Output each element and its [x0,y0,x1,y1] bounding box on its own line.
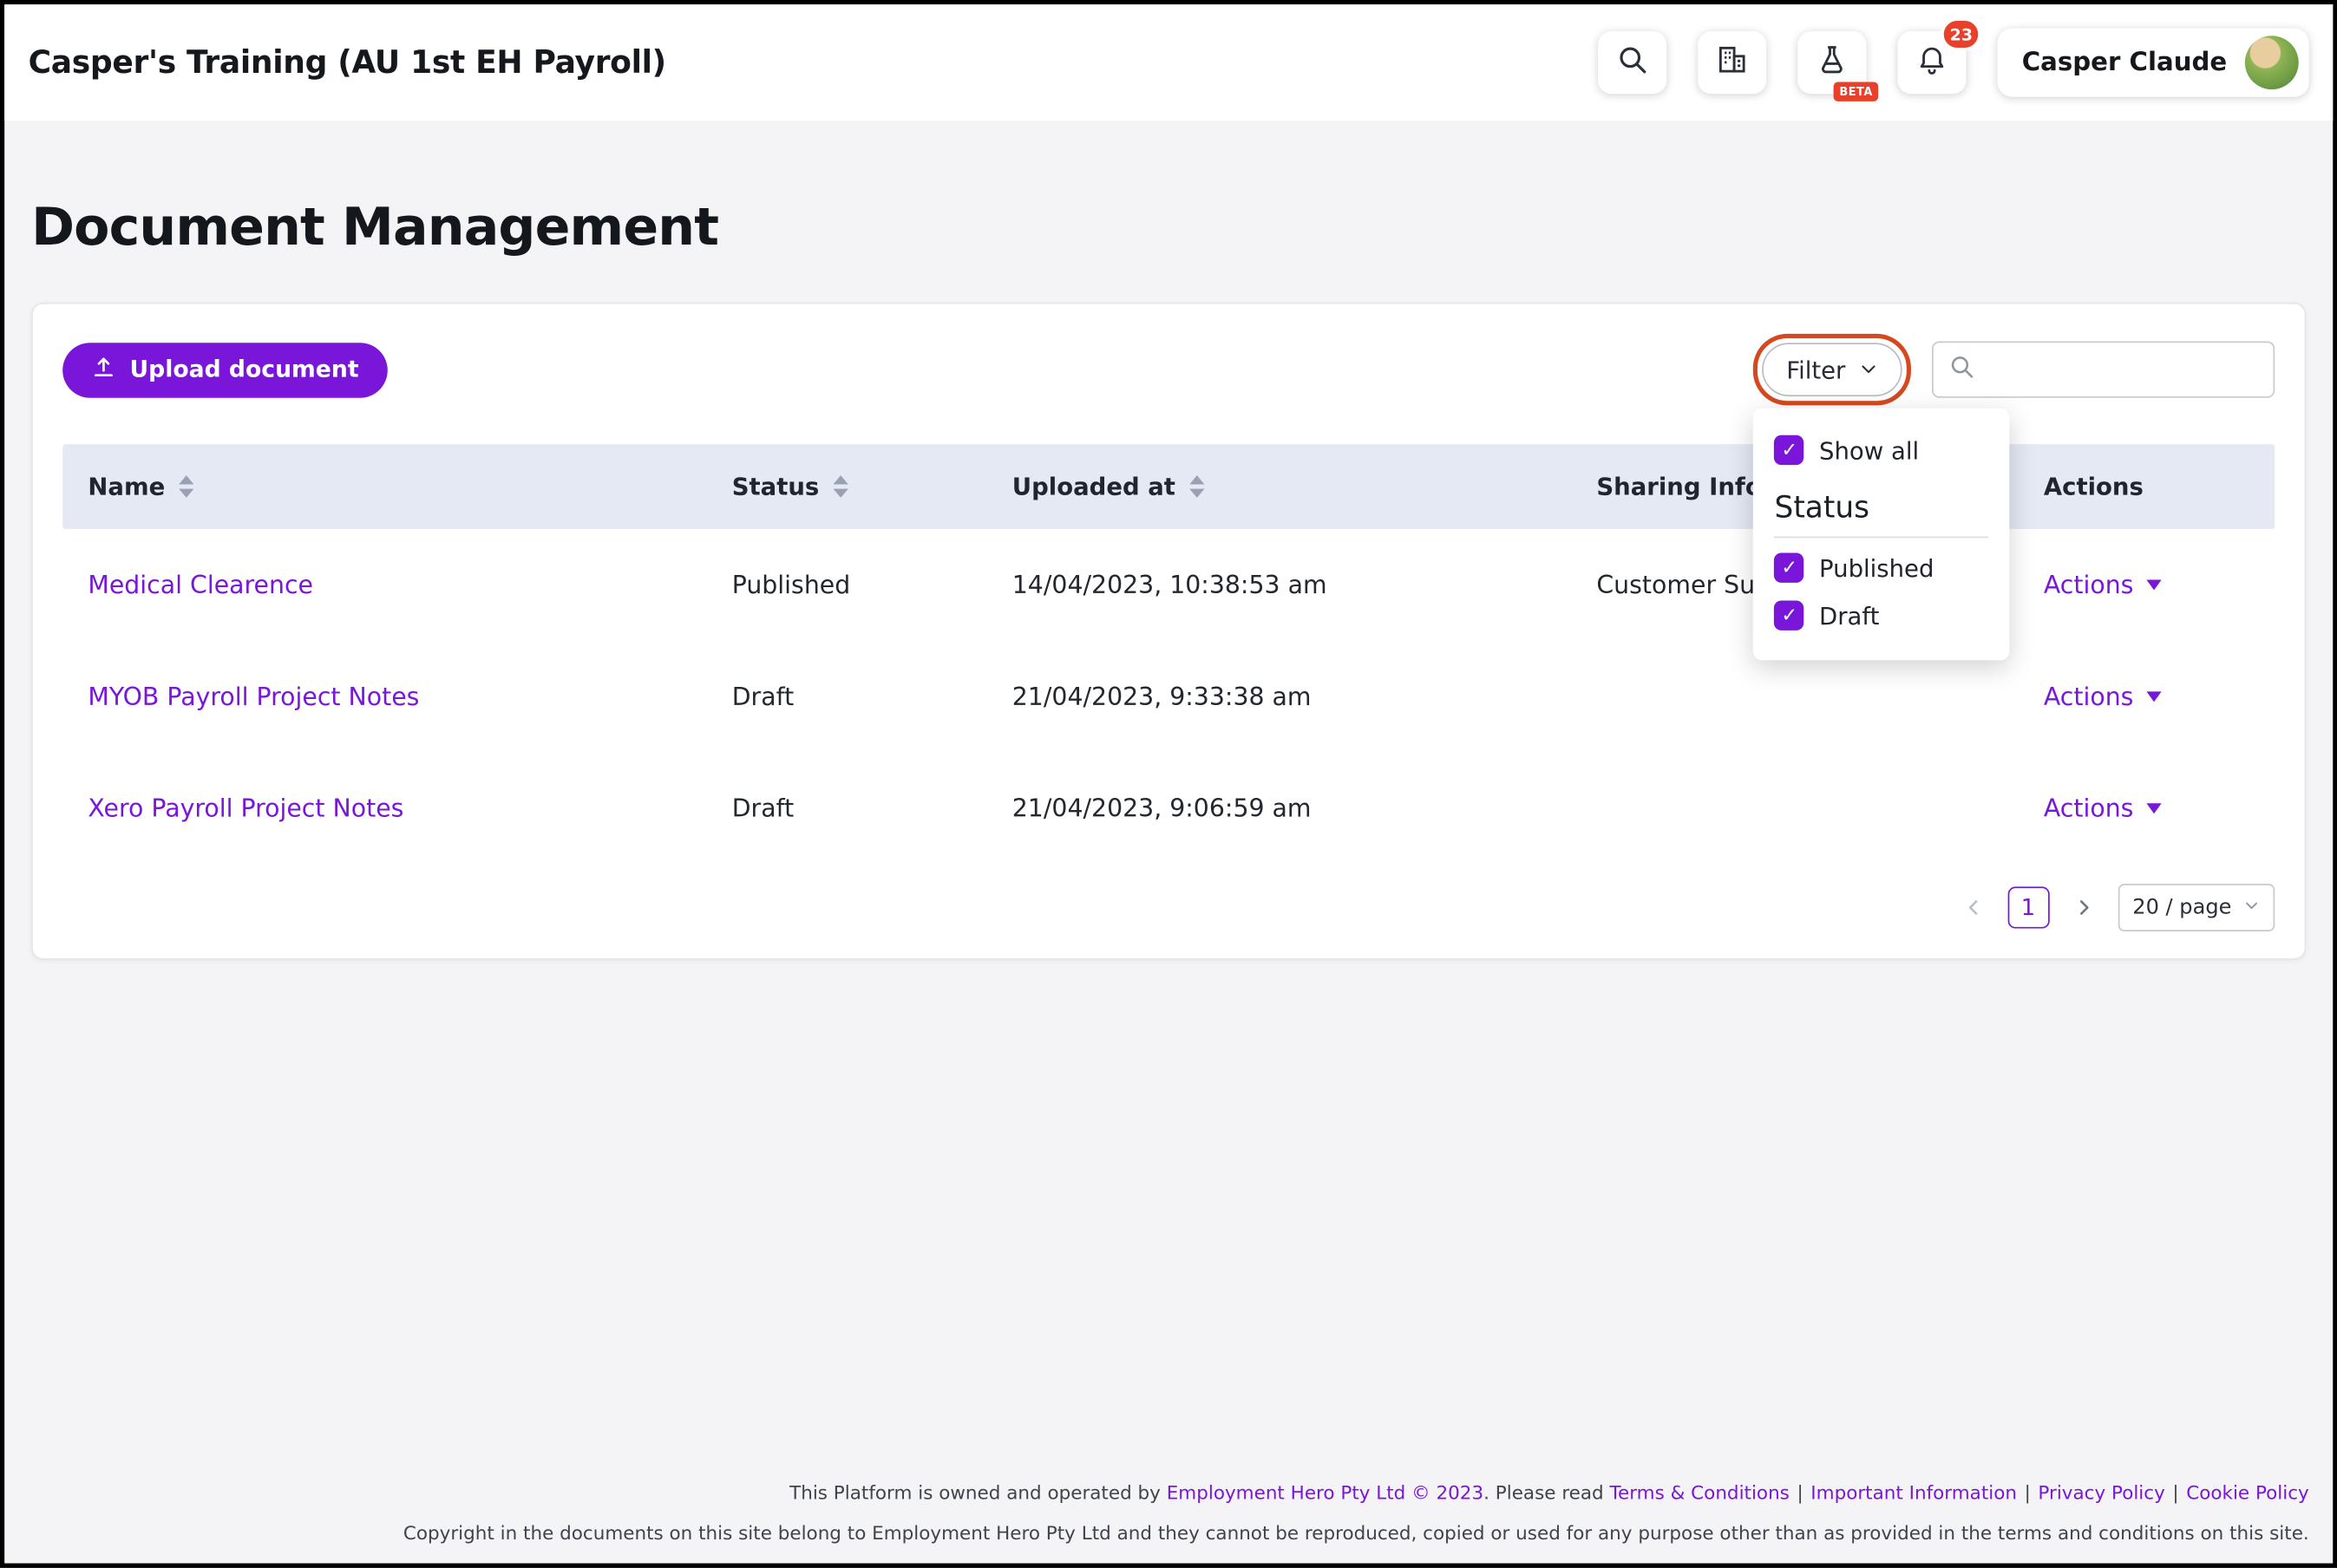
document-link[interactable]: Medical Clearence [88,571,313,599]
footer-text: This Platform is owned and operated by [789,1480,1167,1503]
filter-section-heading: Status [1775,489,1989,525]
page-title: Document Management [31,199,2306,258]
row-actions-button[interactable]: Actions [2044,683,2162,711]
column-header-status[interactable]: Status [707,473,987,501]
beta-features-button[interactable]: BETA [1798,31,1867,94]
checkbox-checked-icon [1775,435,1804,465]
filter-option-label: Show all [1819,436,1919,465]
building-icon [1716,43,1749,82]
cookie-policy-link[interactable]: Cookie Policy [2186,1480,2309,1503]
viewport: Casper's Training (AU 1st EH Payroll) BE… [0,0,2337,1568]
checkbox-checked-icon [1775,601,1804,630]
uploaded-at-cell: 21/04/2023, 9:33:38 am [987,683,1572,711]
status-cell: Draft [707,683,987,711]
search-input[interactable] [1986,355,2258,384]
separator: | [1797,1480,1803,1503]
sort-icon[interactable] [1188,475,1203,498]
checkbox-checked-icon [1775,553,1804,583]
toolbar: Upload document Filter Show all [62,334,2275,405]
filter-button-label: Filter [1786,356,1845,384]
terms-link[interactable]: Terms & Conditions [1610,1480,1790,1503]
document-link[interactable]: Xero Payroll Project Notes [88,794,403,823]
beta-badge: BETA [1834,82,1879,101]
toolbar-right: Filter Show all Status [1753,334,2275,405]
sort-icon[interactable] [833,475,848,498]
filter-option-label: Draft [1819,601,1879,630]
footer-text: . Please read [1483,1480,1609,1503]
notifications-button[interactable]: 23 [1898,31,1967,94]
document-search-box [1932,342,2275,398]
sort-icon[interactable] [179,475,193,498]
column-header-label: Sharing Info [1596,473,1761,501]
upload-icon [91,354,116,385]
caret-down-icon [2147,579,2162,590]
row-actions-button[interactable]: Actions [2044,571,2162,599]
important-information-link[interactable]: Important Information [1810,1480,2017,1503]
caret-down-icon [2147,691,2162,702]
column-header-name[interactable]: Name [62,473,706,501]
annotation-highlight: Filter Show all Status [1753,334,1911,405]
actions-label: Actions [2044,683,2134,711]
column-header-label: Uploaded at [1012,473,1175,501]
filter-option-show-all[interactable]: Show all [1775,426,1989,474]
upload-document-button[interactable]: Upload document [62,342,387,397]
column-header-label: Actions [2044,473,2144,501]
footer-line-2: Copyright in the documents on this site … [403,1521,2309,1545]
company-link[interactable]: Employment Hero Pty Ltd © 2023 [1167,1480,1483,1503]
status-cell: Draft [707,794,987,823]
uploaded-at-cell: 21/04/2023, 9:06:59 am [987,794,1572,823]
privacy-policy-link[interactable]: Privacy Policy [2038,1480,2164,1503]
search-icon [1948,353,1975,386]
actions-label: Actions [2044,571,2134,599]
separator: | [2172,1480,2178,1503]
filter-option-published[interactable]: Published [1775,544,1989,591]
app-window: Casper's Training (AU 1st EH Payroll) BE… [0,0,2337,1568]
document-link[interactable]: MYOB Payroll Project Notes [88,683,419,711]
top-bar-actions: BETA 23 Casper Claude [1599,29,2309,97]
page-size-label: 20 / page [2132,896,2231,919]
document-list-card: Upload document Filter Show all [31,303,2306,960]
column-header-uploaded-at[interactable]: Uploaded at [987,473,1572,501]
top-bar: Casper's Training (AU 1st EH Payroll) BE… [4,4,2333,121]
bell-icon [1916,43,1949,82]
pagination-page-1[interactable]: 1 [2007,886,2049,928]
avatar [2245,36,2299,89]
chevron-down-icon [1859,356,1878,384]
row-actions-button[interactable]: Actions [2044,794,2162,823]
chevron-down-icon [2243,896,2260,919]
footer: This Platform is owned and operated by E… [403,1480,2309,1545]
filter-option-label: Published [1819,553,1934,582]
org-title: Casper's Training (AU 1st EH Payroll) [29,45,666,81]
pagination-next-button[interactable] [2068,886,2098,928]
notification-count-badge: 23 [1941,18,1981,51]
pagination-prev-button[interactable] [1958,886,1987,928]
status-cell: Published [707,571,987,599]
search-icon [1616,43,1649,82]
search-button[interactable] [1599,31,1667,94]
table-row: Xero Payroll Project Notes Draft 21/04/2… [62,753,2275,865]
separator: | [2025,1480,2031,1503]
column-header-label: Name [88,473,165,501]
actions-label: Actions [2044,794,2134,823]
filter-button[interactable]: Filter [1763,343,1902,396]
upload-button-label: Upload document [129,356,358,383]
filter-option-draft[interactable]: Draft [1775,591,1989,639]
column-header-label: Status [732,473,820,501]
divider [1775,537,1989,539]
footer-line-1: This Platform is owned and operated by E… [403,1480,2309,1505]
page-size-select[interactable]: 20 / page [2118,884,2275,931]
flask-icon [1817,43,1849,82]
uploaded-at-cell: 14/04/2023, 10:38:53 am [987,571,1572,599]
user-menu[interactable]: Casper Claude [1998,29,2309,97]
organisation-button[interactable] [1699,31,1767,94]
caret-down-icon [2147,803,2162,813]
user-name: Casper Claude [2022,48,2228,77]
pagination: 1 20 / page [62,884,2275,931]
filter-dropdown: Show all Status Published Draft [1753,408,2010,660]
column-header-actions: Actions [2019,473,2275,501]
